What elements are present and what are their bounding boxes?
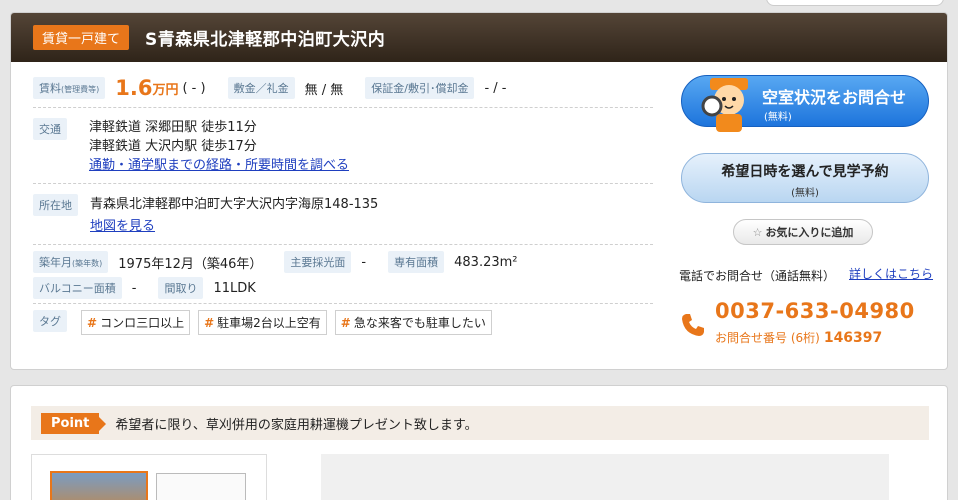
rent-unit: 万円 — [152, 82, 179, 98]
transport-line-1: 津軽鉄道 深郷田駅 徒歩11分 — [89, 120, 257, 135]
point-badge: Point — [41, 412, 107, 434]
built-label: 築年月(築年数) — [33, 251, 109, 273]
point-text: 希望者に限り、草刈併用の家庭用耕運機プレゼント致します。 — [115, 417, 478, 433]
tag-item[interactable]: # 駐車場2台以上空有 — [198, 310, 327, 335]
rent-value: 1.6 — [115, 76, 153, 100]
address-label: 所在地 — [33, 194, 78, 216]
transport-label: 交通 — [33, 118, 67, 140]
property-details: 賃料(管理費等) 1.6 万円 ( - ) 敷金／礼金 無 / 無 保証金/敷引… — [33, 75, 653, 335]
top-partial-box — [766, 0, 944, 6]
guarantee-label: 保証金/敷引･償却金 — [365, 77, 475, 99]
tag-item[interactable]: # コンロ三口以上 — [81, 310, 191, 335]
vacancy-button-sub: (無料) — [764, 112, 792, 123]
address-row: 所在地 青森県北津軽郡中泊町大字大沢内字海原148-135 地図を見る — [33, 194, 653, 238]
phone-number[interactable]: 0037-633-04980 — [715, 299, 915, 323]
main-image-area — [321, 454, 889, 500]
property-type-badge: 賃貸一戸建て — [33, 25, 130, 50]
thumbnail-photo[interactable] — [50, 471, 148, 500]
star-plus-icon: ☆ — [752, 225, 763, 239]
address-value: 青森県北津軽郡中泊町大字大沢内字海原148-135 — [90, 197, 379, 212]
visit-reservation-button[interactable]: 希望日時を選んで見学予約 (無料) — [681, 153, 929, 203]
divider — [33, 183, 653, 184]
divider — [33, 303, 653, 304]
mascot-icon — [701, 78, 748, 132]
hash-icon: # — [204, 315, 215, 330]
tag-label: タグ — [33, 310, 67, 332]
add-favorite-button[interactable]: ☆ お気に入りに追加 — [733, 219, 873, 245]
balcony-value: - — [131, 280, 137, 296]
balcony-row: バルコニー面積 - 間取り 11LDK — [33, 277, 653, 299]
divider — [33, 244, 653, 245]
phone-inquiry-label: 電話でお問合せ（通話無料） — [679, 269, 836, 283]
deposit-label: 敷金／礼金 — [227, 77, 295, 99]
deposit-value: 無 / 無 — [304, 82, 344, 98]
hash-icon: # — [87, 315, 98, 330]
visit-button-sub: (無料) — [791, 188, 819, 199]
map-link[interactable]: 地図を見る — [90, 216, 378, 238]
point-panel: Point 希望者に限り、草刈併用の家庭用耕運機プレゼント致します。 — [10, 385, 948, 500]
built-row: 築年月(築年数) 1975年12月（築46年） 主要採光面 - 専有面積 483… — [33, 251, 653, 273]
property-title: S青森県北津軽郡中泊町大沢内 — [145, 30, 386, 50]
transport-row: 交通 津軽鉄道 深郷田駅 徒歩11分 津軽鉄道 大沢内駅 徒歩17分 通勤・通学… — [33, 118, 653, 175]
area-value: 483.23m² — [454, 254, 518, 270]
phone-icon — [682, 314, 704, 336]
inquiry-number: お問合せ番号 (6桁) 146397 — [715, 330, 883, 346]
title-bar: 賃貸一戸建て S青森県北津軽郡中泊町大沢内 — [11, 13, 947, 62]
layout-label: 間取り — [158, 277, 204, 299]
hash-icon: # — [340, 315, 351, 330]
lighting-label: 主要採光面 — [284, 251, 352, 273]
route-search-link[interactable]: 通勤・通学駅までの経路・所要時間を調べる — [89, 156, 349, 175]
rent-row: 賃料(管理費等) 1.6 万円 ( - ) 敷金／礼金 無 / 無 保証金/敷引… — [33, 75, 653, 101]
tag-item[interactable]: # 急な来客でも駐車したい — [334, 310, 492, 335]
phone-details-link[interactable]: 詳しくはこちら — [849, 267, 935, 281]
visit-button-label: 希望日時を選んで見学予約 — [721, 164, 889, 180]
vacancy-inquiry-button[interactable]: 空室状況をお問合せ (無料) — [681, 75, 929, 132]
balcony-label: バルコニー面積 — [33, 277, 122, 299]
thumbnail-strip — [31, 454, 267, 500]
divider — [33, 107, 653, 108]
point-bar: Point 希望者に限り、草刈併用の家庭用耕運機プレゼント致します。 — [31, 406, 929, 440]
built-value: 1975年12月（築46年） — [118, 256, 263, 272]
lighting-value: - — [361, 254, 367, 270]
vacancy-button-label: 空室状況をお問合せ — [762, 88, 907, 107]
guarantee-value: - / - — [484, 80, 507, 96]
thumbnail-floorplan[interactable] — [156, 473, 246, 500]
layout-value: 11LDK — [213, 280, 256, 296]
property-panel: 賃貸一戸建て S青森県北津軽郡中泊町大沢内 賃料(管理費等) 1.6 万円 ( … — [10, 12, 948, 370]
tags-row: タグ # コンロ三口以上 # 駐車場2台以上空有 # 急な来客でも駐車したい — [33, 310, 653, 335]
favorite-button-label: お気に入りに追加 — [765, 226, 854, 239]
transport-line-2: 津軽鉄道 大沢内駅 徒歩17分 — [89, 139, 257, 154]
rent-management-fee: ( - ) — [182, 80, 206, 96]
area-label: 専有面積 — [388, 251, 445, 273]
rent-label: 賃料(管理費等) — [33, 77, 106, 99]
